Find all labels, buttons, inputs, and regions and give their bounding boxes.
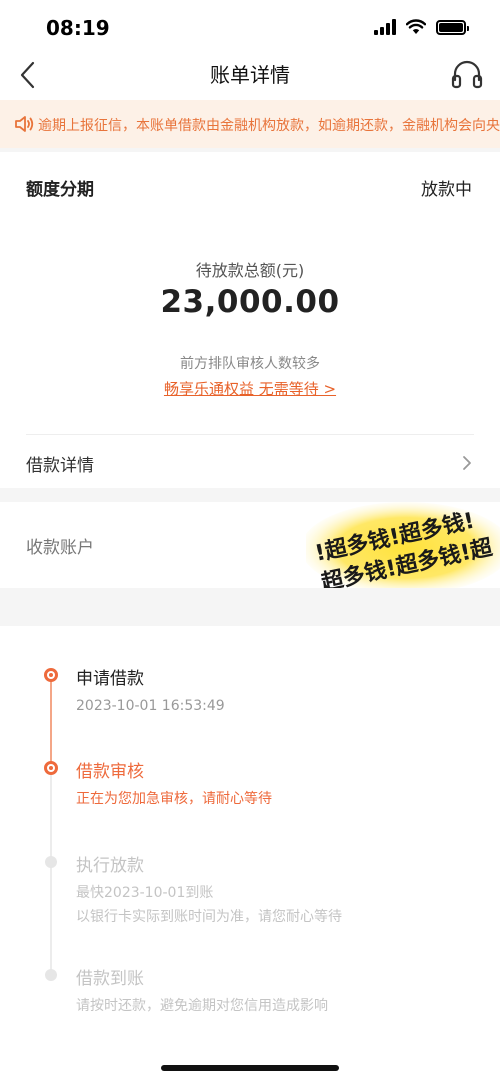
step-pending-dot-icon: [45, 969, 57, 981]
step-title: 申请借款: [76, 669, 144, 689]
step-title: 借款审核: [76, 762, 144, 782]
step-subtitle: 2023-10-01 16:53:49: [76, 698, 225, 714]
battery-icon: [436, 19, 469, 35]
amount-value: 23,000.00: [160, 284, 340, 320]
home-indicator[interactable]: [161, 1065, 339, 1071]
status-icons: [374, 19, 469, 35]
benefit-link-text[interactable]: 畅享乐通权益 无需等待 >: [164, 380, 336, 398]
notice-banner[interactable]: 逾期上报征信，本账单借款由金融机构放款，如逾期还款，金融机构会向央: [0, 100, 500, 148]
progress-card: 申请借款 2023-10-01 16:53:49 借款审核 正在为您加急审核，请…: [0, 626, 500, 1082]
account-label: 收款账户: [26, 538, 94, 558]
notice-text: 逾期上报征信，本账单借款由金融机构放款，如逾期还款，金融机构会向央: [38, 118, 500, 134]
benefit-link[interactable]: 畅享乐通权益 无需等待 >: [0, 378, 500, 399]
loan-detail-label: 借款详情: [26, 456, 94, 476]
timeline-line-done: [50, 676, 52, 768]
cellular-signal-icon: [374, 19, 396, 35]
loan-summary-card: 额度分期 放款中 待放款总额(元) 23,000.00 前方排队审核人数较多 畅…: [0, 152, 500, 488]
loan-detail-row[interactable]: 借款详情: [0, 435, 500, 488]
step-subtitle: 以银行卡实际到账时间为准，请您耐心等待: [76, 909, 342, 925]
step-pending-dot-icon: [45, 856, 57, 868]
loan-status: 放款中: [421, 180, 472, 200]
queue-tip: 前方排队审核人数较多: [180, 356, 320, 372]
receiving-account-row[interactable]: 收款账户 !超多钱!超多钱! 超多钱!超多钱!超: [0, 502, 500, 588]
status-bar: 08:19: [0, 0, 500, 56]
status-time: 08:19: [46, 16, 110, 40]
step-subtitle: 最快2023-10-01到账: [76, 885, 214, 901]
step-title: 执行放款: [76, 856, 144, 876]
step-subtitle: 请按时还款，避免逾期对您信用造成影响: [76, 998, 328, 1014]
step-done-dot-icon: [44, 668, 58, 682]
step-subtitle: 正在为您加急审核，请耐心等待: [76, 791, 272, 807]
promo-sticker: !超多钱!超多钱! 超多钱!超多钱!超: [306, 502, 500, 588]
product-name: 额度分期: [26, 180, 94, 200]
step-current-dot-icon: [44, 761, 58, 775]
wifi-icon: [406, 19, 426, 34]
timeline-line-pending: [50, 768, 52, 978]
chevron-right-icon: [463, 456, 471, 470]
page-title: 账单详情: [210, 63, 290, 87]
nav-bar: 账单详情: [0, 56, 500, 100]
amount-label: 待放款总额(元): [195, 261, 305, 280]
customer-service-headset-icon[interactable]: [450, 56, 484, 92]
step-title: 借款到账: [76, 969, 144, 989]
speaker-icon: [15, 116, 34, 132]
